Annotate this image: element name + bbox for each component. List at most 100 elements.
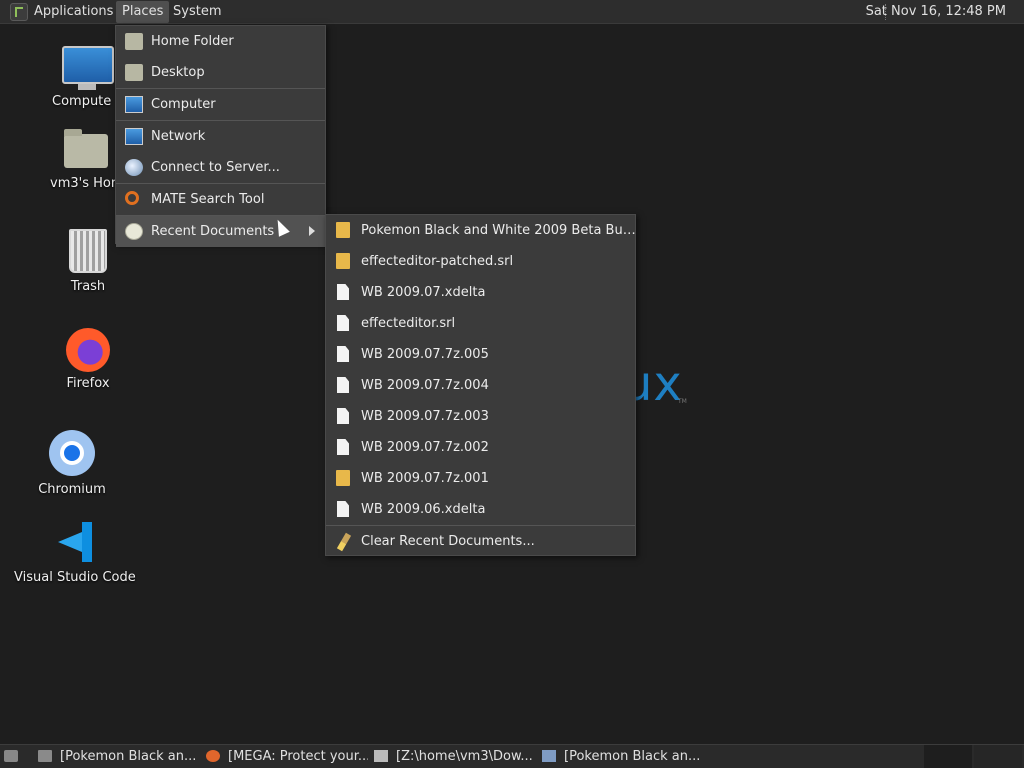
recent-document-item[interactable]: Pokemon Black and White 2009 Beta Build.…: [326, 215, 637, 246]
clock[interactable]: Sat Nov 16, 12:48 PM: [860, 0, 1012, 24]
desktop-icon-label: Trash: [70, 279, 106, 294]
menu-item-desktop[interactable]: Desktop: [116, 57, 325, 88]
menu-item-recent-documents[interactable]: Recent Documents: [116, 216, 325, 247]
taskbar-window-label: [MEGA: Protect your...: [228, 749, 368, 764]
recent-document-label: WB 2009.07.7z.004: [361, 378, 489, 393]
recent-document-label: effecteditor-patched.srl: [361, 254, 514, 269]
computer-icon: [62, 46, 114, 90]
menu-item-computer[interactable]: Computer: [116, 89, 325, 120]
clear-recent-documents-item[interactable]: Clear Recent Documents...: [326, 526, 637, 557]
taskbar-window-button[interactable]: [MEGA: Protect your...: [206, 745, 368, 768]
menu-item-label: MATE Search Tool: [151, 192, 265, 207]
taskbar-window-button[interactable]: [Pokemon Black an...: [38, 745, 198, 768]
taskbar-window-label: [Z:\home\vm3\Dow...: [396, 749, 533, 764]
recent-documents-menu: Pokemon Black and White 2009 Beta Build.…: [325, 214, 637, 557]
recent-document-label: WB 2009.06.xdelta: [361, 502, 486, 517]
computer-icon: [125, 96, 143, 113]
applications-menu[interactable]: Applications: [4, 0, 119, 24]
desktop-icon-label: Visual Studio Code: [14, 570, 136, 585]
places-menu: Home Folder Desktop Computer Network Con…: [115, 25, 326, 247]
desktop-icon-computer[interactable]: Compute: [52, 46, 124, 109]
recent-document-label: WB 2009.07.7z.002: [361, 440, 489, 455]
recent-document-item[interactable]: WB 2009.07.7z.005: [326, 339, 637, 370]
search-icon: [125, 191, 139, 205]
menu-item-label: Recent Documents: [151, 224, 275, 239]
mate-logo-icon: [10, 3, 28, 21]
recent-document-item[interactable]: WB 2009.07.xdelta: [326, 277, 637, 308]
recent-document-item[interactable]: WB 2009.07.7z.004: [326, 370, 637, 401]
home-folder-icon: [64, 129, 108, 168]
recent-document-label: WB 2009.07.7z.003: [361, 409, 489, 424]
desktop-icon-label: Compute: [52, 94, 112, 109]
desktop-icon-vscode[interactable]: Visual Studio Code: [14, 520, 136, 585]
show-desktop-button[interactable]: [4, 745, 22, 768]
applications-menu-label: Applications: [34, 4, 114, 19]
vscode-icon: [52, 520, 96, 564]
recent-document-item[interactable]: WB 2009.07.7z.003: [326, 401, 637, 432]
menu-item-label: Home Folder: [151, 34, 234, 49]
home-folder-icon: [125, 33, 143, 50]
recent-document-item[interactable]: WB 2009.07.7z.001: [326, 463, 637, 494]
desktop-icon-firefox[interactable]: Firefox: [52, 328, 124, 391]
document-icon: [337, 501, 349, 517]
network-icon: [125, 128, 143, 145]
broom-icon: [336, 532, 352, 552]
system-menu-button[interactable]: System: [167, 0, 227, 24]
desktop-icon-trash[interactable]: Trash: [52, 229, 124, 294]
show-desktop-icon: [4, 750, 18, 762]
document-icon: [337, 315, 349, 331]
recent-document-item[interactable]: effecteditor-patched.srl: [326, 246, 637, 277]
firefox-icon: [66, 328, 110, 372]
document-icon: [337, 439, 349, 455]
menu-item-label: Network: [151, 129, 206, 144]
folder-icon: [38, 750, 52, 762]
menu-item-home-folder[interactable]: Home Folder: [116, 26, 325, 57]
archive-icon: [336, 470, 350, 486]
workspace-1[interactable]: [924, 745, 972, 768]
places-menu-button[interactable]: Places: [116, 1, 170, 23]
desktop-icon-label: vm3's Hom: [50, 176, 124, 191]
recent-document-label: Pokemon Black and White 2009 Beta Build.…: [361, 223, 637, 238]
menu-item-label: Computer: [151, 97, 216, 112]
recent-document-item[interactable]: WB 2009.06.xdelta: [326, 494, 637, 525]
desktop-icon-label: Chromium: [38, 482, 106, 497]
menu-item-connect-to-server[interactable]: Connect to Server...: [116, 152, 325, 183]
clear-recent-documents-label: Clear Recent Documents...: [361, 534, 535, 549]
desktop-icon-label: Firefox: [66, 376, 110, 391]
clock-icon: [125, 223, 143, 240]
trash-icon: [69, 229, 107, 273]
taskbar-window-button[interactable]: [Pokemon Black an...: [542, 745, 704, 768]
archive-icon: [336, 253, 350, 269]
taskbar-window-button[interactable]: [Z:\home\vm3\Dow...: [374, 745, 536, 768]
desktop-folder-icon: [125, 64, 143, 81]
application-icon: [542, 750, 556, 762]
recent-document-label: WB 2009.07.7z.005: [361, 347, 489, 362]
taskbar-window-label: [Pokemon Black an...: [60, 749, 197, 764]
chromium-icon: [49, 430, 95, 476]
document-icon: [337, 284, 349, 300]
taskbar-window-label: [Pokemon Black an...: [564, 749, 701, 764]
menu-item-network[interactable]: Network: [116, 121, 325, 152]
recent-document-label: WB 2009.07.xdelta: [361, 285, 486, 300]
firefox-icon: [206, 750, 220, 762]
workspace-2[interactable]: [974, 745, 1022, 768]
terminal-icon: [374, 750, 388, 762]
bottom-panel: [Pokemon Black an... [MEGA: Protect your…: [0, 744, 1024, 768]
menu-item-label: Connect to Server...: [151, 160, 280, 175]
globe-icon: [125, 159, 143, 176]
recent-document-item[interactable]: effecteditor.srl: [326, 308, 637, 339]
menu-item-mate-search-tool[interactable]: MATE Search Tool: [116, 184, 325, 215]
desktop-icon-home[interactable]: vm3's Hom: [50, 129, 124, 191]
menu-item-label: Desktop: [151, 65, 205, 80]
recent-document-item[interactable]: WB 2009.07.7z.002: [326, 432, 637, 463]
recent-document-label: effecteditor.srl: [361, 316, 456, 331]
document-icon: [337, 377, 349, 393]
top-panel: Applications Places System Sat Nov 16, 1…: [0, 0, 1024, 24]
recent-document-label: WB 2009.07.7z.001: [361, 471, 489, 486]
document-icon: [337, 346, 349, 362]
wallpaper-trademark: TM: [678, 398, 687, 405]
submenu-arrow-icon: [309, 226, 315, 236]
desktop-icon-chromium[interactable]: Chromium: [36, 430, 108, 497]
archive-icon: [336, 222, 350, 238]
document-icon: [337, 408, 349, 424]
